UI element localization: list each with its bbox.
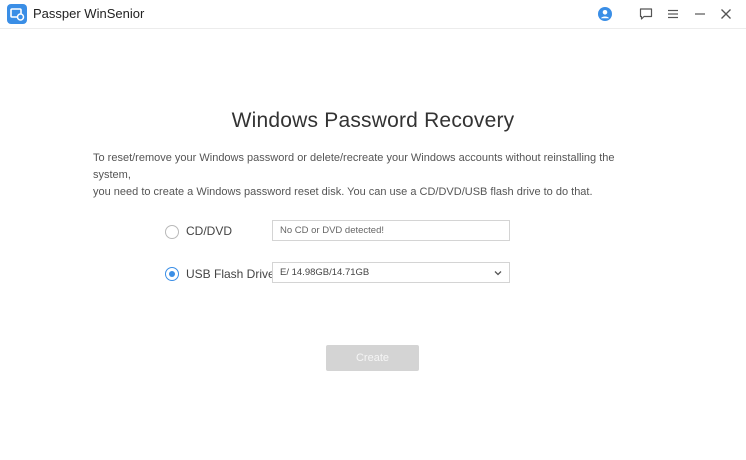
feedback-button[interactable]	[636, 4, 656, 24]
app-logo-icon	[7, 4, 27, 24]
feedback-icon	[639, 8, 653, 20]
chevron-down-icon	[494, 271, 502, 276]
close-button[interactable]	[716, 4, 736, 24]
app-title: Passper WinSenior	[33, 6, 145, 21]
usb-drive-select[interactable]: E/ 14.98GB/14.71GB	[272, 262, 510, 283]
menu-button[interactable]	[663, 4, 683, 24]
description-line-2: you need to create a Windows password re…	[93, 186, 593, 198]
usb-flash-drive-label[interactable]: USB Flash Drive	[186, 267, 275, 281]
cd-dvd-radio[interactable]	[165, 225, 179, 239]
description-line-1: To reset/remove your Windows password or…	[93, 152, 615, 181]
usb-flash-drive-radio[interactable]	[165, 267, 179, 281]
minimize-icon	[695, 13, 705, 15]
cd-dvd-label[interactable]: CD/DVD	[186, 224, 232, 238]
menu-icon	[668, 9, 678, 19]
user-button[interactable]	[595, 4, 615, 24]
description: To reset/remove your Windows password or…	[93, 150, 653, 201]
usb-drive-selected-value: E/ 14.98GB/14.71GB	[280, 267, 370, 278]
user-icon	[598, 7, 612, 21]
title-bar: Passper WinSenior	[0, 0, 746, 29]
page-title: Windows Password Recovery	[231, 109, 515, 132]
create-button[interactable]: Create	[326, 345, 419, 371]
minimize-button[interactable]	[690, 4, 710, 24]
close-icon	[721, 9, 731, 19]
cd-dvd-status-field: No CD or DVD detected!	[272, 220, 510, 241]
radio-selected-dot	[169, 271, 175, 277]
